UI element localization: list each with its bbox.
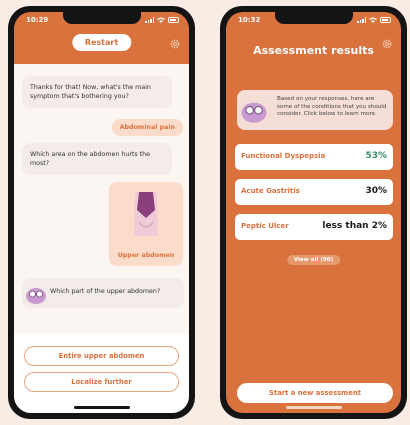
user-message: Abdominal pain xyxy=(111,119,183,136)
chat-screen: 10:29 Restart Thanks for that! Now, what… xyxy=(14,12,189,413)
assistant-avatar-icon xyxy=(241,102,267,123)
status-time: 10:32 xyxy=(238,16,261,24)
phone-results: 10:32 Assessment results Based on your r… xyxy=(220,6,407,419)
wifi-icon xyxy=(157,17,165,23)
assistant-avatar-icon xyxy=(26,288,46,304)
localize-further-button[interactable]: Localize further xyxy=(24,372,179,392)
condition-name: Acute Gastritis xyxy=(241,187,300,195)
bot-message-with-avatar: Which part of the upper abdomen? xyxy=(22,278,184,308)
start-new-assessment-button[interactable]: Start a new assessment xyxy=(237,383,393,403)
restart-button[interactable]: Restart xyxy=(71,34,132,51)
condition-likelihood: less than 2% xyxy=(322,221,387,231)
signal-icon xyxy=(357,17,366,23)
page-title: Assessment results xyxy=(253,44,374,57)
battery-icon xyxy=(380,17,391,23)
entire-upper-abdomen-button[interactable]: Entire upper abdomen xyxy=(24,346,179,366)
bot-message-text: Which part of the upper abdomen? xyxy=(50,288,161,295)
result-row-peptic-ulcer[interactable]: Peptic Ulcer less than 2% xyxy=(235,214,393,240)
results-intro-card: Based on your responses, here are some o… xyxy=(237,90,393,130)
answer-options: Entire upper abdomen Localize further xyxy=(14,334,189,413)
chat-thread: Thanks for that! Now, what's the main sy… xyxy=(14,64,189,334)
result-row-functional-dyspepsia[interactable]: Functional Dyspepsia 53% xyxy=(235,144,393,170)
gear-icon[interactable] xyxy=(381,38,393,50)
status-bar: 10:32 xyxy=(238,15,391,25)
results-intro-text: Based on your responses, here are some o… xyxy=(277,96,387,117)
upper-abdomen-figure-icon xyxy=(134,192,158,236)
condition-name: Peptic Ulcer xyxy=(241,222,289,230)
status-time: 10:29 xyxy=(26,16,49,24)
wifi-icon xyxy=(369,17,377,23)
result-row-acute-gastritis[interactable]: Acute Gastritis 30% xyxy=(235,179,393,205)
phone-chat: 10:29 Restart Thanks for that! Now, what… xyxy=(8,6,195,419)
signal-icon xyxy=(145,17,154,23)
results-screen: 10:32 Assessment results Based on your r… xyxy=(226,12,401,413)
user-message-image: Upper abdomen xyxy=(109,182,183,266)
status-bar: 10:29 xyxy=(26,15,179,25)
view-all-button[interactable]: View all (90) xyxy=(286,255,341,265)
condition-name: Functional Dyspepsia xyxy=(241,152,326,160)
condition-likelihood: 53% xyxy=(365,151,387,161)
home-indicator xyxy=(73,406,130,409)
gear-icon[interactable] xyxy=(169,38,181,50)
home-indicator xyxy=(285,406,342,409)
user-message-label: Upper abdomen xyxy=(117,252,175,259)
battery-icon xyxy=(168,17,179,23)
bot-message: Thanks for that! Now, what's the main sy… xyxy=(22,76,172,108)
bot-message: Which area on the abdomen hurts the most… xyxy=(22,143,172,175)
condition-likelihood: 30% xyxy=(365,186,387,196)
